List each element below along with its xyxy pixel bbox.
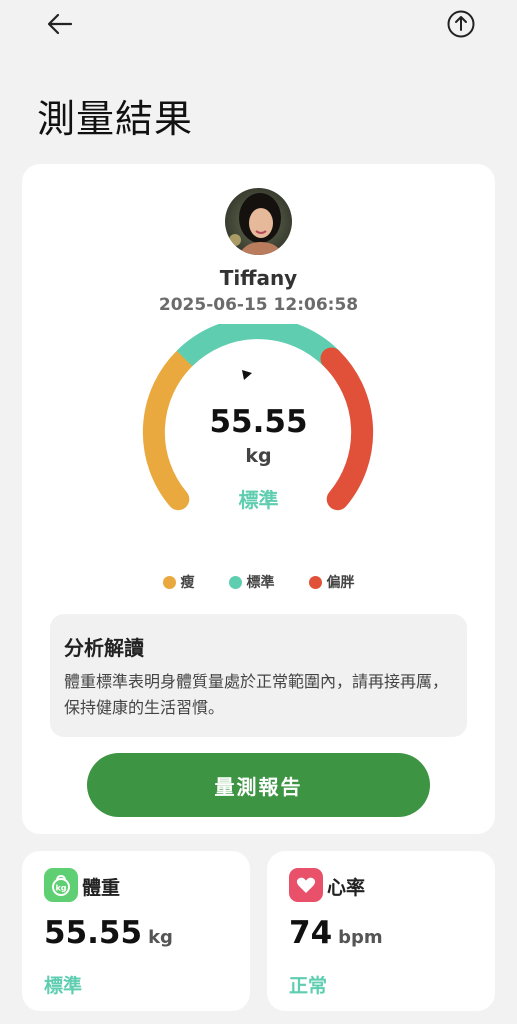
gauge-value: 55.55 xyxy=(209,404,308,440)
weight-number: 55.55 xyxy=(44,915,143,951)
weight-status: 標準 xyxy=(44,975,83,997)
legend-label: 瘦 xyxy=(180,575,195,591)
heart-rate-status: 正常 xyxy=(289,975,328,997)
gauge-segment-standard xyxy=(176,324,340,367)
back-arrow-icon xyxy=(47,13,73,35)
analysis-title: 分析解讀 xyxy=(64,636,144,660)
page-title: 測量結果 xyxy=(37,97,194,141)
legend-item-thin: 瘦 xyxy=(162,572,195,592)
gauge-status: 標準 xyxy=(238,488,279,512)
gauge-legend: 瘦 標準 偏胖 xyxy=(22,572,495,592)
weight-unit: kg xyxy=(148,927,173,948)
share-upload-icon xyxy=(447,10,475,38)
analysis-box: 分析解讀 體重標準表明身體質量處於正常範圍內，請再接再厲，保持健康的生活習慣。 xyxy=(50,614,467,737)
kettlebell-kg-icon: kg xyxy=(44,868,78,902)
heart-rate-card[interactable]: 心率 74 bpm 正常 xyxy=(267,851,495,1011)
legend-dot xyxy=(162,575,176,589)
gauge-unit: kg xyxy=(245,445,272,467)
share-button[interactable] xyxy=(441,4,481,44)
legend-dot xyxy=(228,575,242,589)
legend-label: 偏胖 xyxy=(326,575,355,591)
result-card: Tiffany 2025-06-15 12:06:58 55.55 kg 標準 … xyxy=(22,164,495,834)
heart-rate-value: 74 bpm xyxy=(289,915,383,951)
measurement-timestamp: 2025-06-15 12:06:58 xyxy=(158,295,359,315)
weight-value: 55.55 kg xyxy=(44,915,173,951)
report-button[interactable]: 量測報告 xyxy=(87,753,430,817)
weight-card[interactable]: kg 體重 55.55 kg 標準 xyxy=(22,851,250,1011)
legend-label: 標準 xyxy=(246,575,275,591)
heart-rate-number: 74 xyxy=(289,915,333,951)
heart-rate-unit: bpm xyxy=(338,927,383,948)
kg-icon-text: kg xyxy=(55,884,66,893)
weight-label: 體重 xyxy=(82,877,121,899)
legend-dot xyxy=(308,575,322,589)
heart-icon xyxy=(289,868,323,902)
analysis-text: 體重標準表明身體質量處於正常範圍內，請再接再厲，保持健康的生活習慣。 xyxy=(64,672,449,717)
legend-item-overweight: 偏胖 xyxy=(308,572,355,592)
avatar[interactable] xyxy=(225,188,292,255)
back-button[interactable] xyxy=(40,4,80,44)
heart-rate-label: 心率 xyxy=(327,877,366,899)
gauge-pointer-icon xyxy=(242,370,252,380)
legend-item-standard: 標準 xyxy=(228,572,275,592)
top-bar xyxy=(0,0,517,50)
user-name: Tiffany xyxy=(219,266,298,290)
